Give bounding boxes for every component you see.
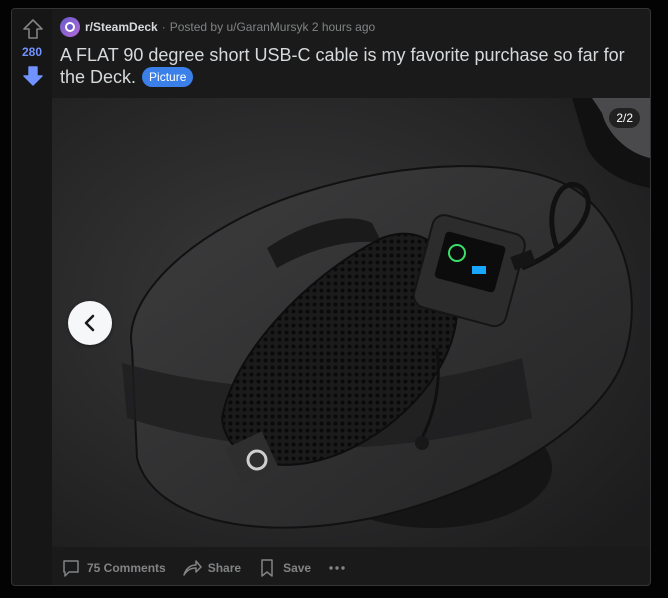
post-title-block[interactable]: A FLAT 90 degree short USB-C cable is my… xyxy=(60,44,645,88)
share-icon xyxy=(182,560,202,576)
post-image-gallery[interactable]: 2/2 xyxy=(52,98,650,547)
more-icon xyxy=(329,566,345,570)
save-button[interactable]: Save xyxy=(252,555,316,581)
vote-score: 280 xyxy=(21,45,43,59)
share-label: Share xyxy=(207,561,242,575)
subreddit-icon[interactable] xyxy=(60,17,80,37)
post-actions: 75 Comments Share Save xyxy=(56,555,364,581)
comment-icon xyxy=(63,560,79,577)
subreddit-link[interactable]: r/SteamDeck xyxy=(85,20,158,34)
post-meta: r/SteamDeck · Posted by u/GaranMursyk 2 … xyxy=(60,17,375,37)
bookmark-icon xyxy=(261,559,273,577)
post-time: 2 hours ago xyxy=(311,20,376,34)
comments-label: 75 Comments xyxy=(87,561,166,575)
post-card[interactable]: 280 r/SteamDeck · Posted by u/GaranMursy… xyxy=(11,8,651,586)
username-link[interactable]: u/GaranMursyk xyxy=(226,20,308,34)
previous-image-button[interactable] xyxy=(68,301,112,345)
posted-by-prefix: Posted by xyxy=(169,20,224,34)
comments-button[interactable]: 75 Comments xyxy=(56,555,171,581)
downvote-icon[interactable] xyxy=(22,65,44,87)
meta-separator: · xyxy=(161,20,166,34)
upvote-icon[interactable] xyxy=(22,18,44,40)
share-button[interactable]: Share xyxy=(177,555,246,581)
post-content: r/SteamDeck · Posted by u/GaranMursyk 2 … xyxy=(52,9,650,585)
save-label: Save xyxy=(283,561,312,575)
post-flair[interactable]: Picture xyxy=(142,67,194,87)
more-options-button[interactable] xyxy=(322,555,358,581)
posted-by: Posted by u/GaranMursyk 2 hours ago xyxy=(170,20,375,34)
gallery-counter: 2/2 xyxy=(609,108,640,128)
post-image xyxy=(52,98,650,547)
chevron-left-icon xyxy=(84,314,95,332)
vote-column: 280 xyxy=(12,9,52,585)
